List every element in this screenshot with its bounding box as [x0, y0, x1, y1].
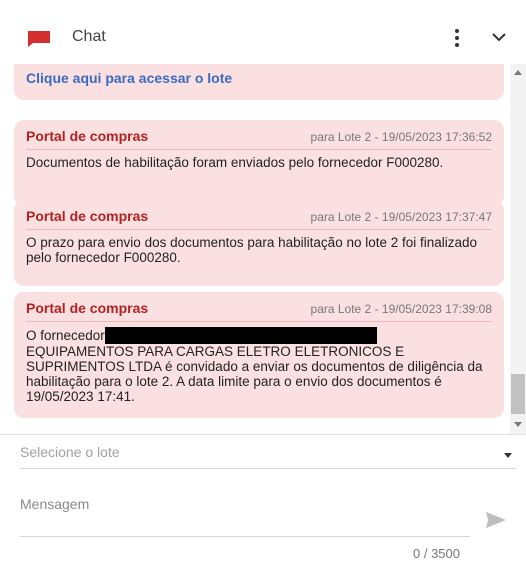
message-sender: Portal de compras — [26, 128, 149, 144]
message-card: Clique aqui para acessar o lote — [14, 64, 504, 100]
chat-header: Chat — [0, 0, 526, 65]
message-card: Portal de compras para Lote 2 - 19/05/20… — [14, 120, 504, 206]
message-body-prefix: O fornecedor — [26, 328, 105, 343]
message-sender: Portal de compras — [26, 208, 149, 224]
chevron-down-icon[interactable] — [490, 28, 508, 46]
lot-select-placeholder: Selecione o lote — [20, 444, 120, 460]
scrollbar[interactable] — [510, 64, 526, 434]
redaction-bar — [104, 327, 377, 344]
message-list[interactable]: Clique aqui para acessar o lote Portal d… — [0, 64, 510, 434]
lot-select[interactable]: Selecione o lote — [20, 440, 516, 469]
message-input[interactable]: Mensagem — [20, 490, 470, 537]
message-input-placeholder: Mensagem — [20, 496, 90, 512]
scroll-down-arrow-icon[interactable] — [514, 422, 522, 427]
message-card: Portal de compras para Lote 2 - 19/05/20… — [14, 292, 504, 418]
scroll-up-arrow-icon[interactable] — [514, 70, 522, 75]
message-meta: para Lote 2 - 19/05/2023 17:39:08 — [310, 302, 492, 316]
access-lot-link[interactable]: Clique aqui para acessar o lote — [26, 70, 232, 86]
divider — [0, 434, 526, 435]
message-meta: para Lote 2 - 19/05/2023 17:37:47 — [310, 210, 492, 224]
message-body: O fornecedor EQUIPAMENTOS PARA CARGAS EL… — [26, 322, 492, 404]
message-body: Documentos de habilitação foram enviados… — [26, 155, 444, 170]
message-meta: para Lote 2 - 19/05/2023 17:36:52 — [310, 130, 492, 144]
chat-title: Chat — [72, 28, 106, 45]
dropdown-arrow-icon[interactable] — [504, 453, 512, 458]
more-options-icon[interactable] — [450, 26, 464, 50]
message-body-rest: EQUIPAMENTOS PARA CARGAS ELETRO ELETRONI… — [26, 344, 483, 404]
scrollbar-thumb[interactable] — [511, 374, 525, 414]
chat-flag-icon — [28, 31, 50, 47]
character-counter: 0 / 3500 — [413, 546, 460, 561]
message-card: Portal de compras para Lote 2 - 19/05/20… — [14, 200, 504, 286]
message-sender: Portal de compras — [26, 300, 149, 316]
message-body: O prazo para envio dos documentos para h… — [26, 235, 478, 265]
send-icon[interactable] — [482, 506, 510, 534]
